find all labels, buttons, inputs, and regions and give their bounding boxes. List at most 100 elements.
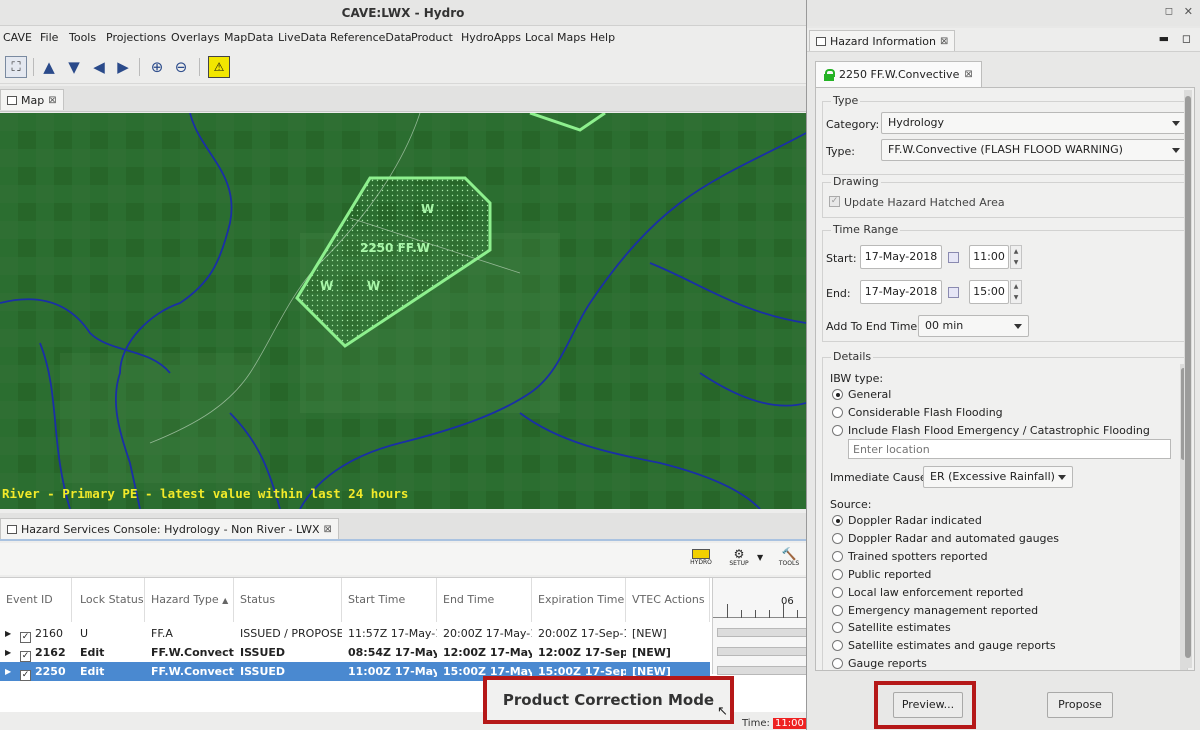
chevron-down-icon: [1172, 121, 1180, 126]
col-expiration-time[interactable]: Expiration Time: [532, 578, 626, 622]
start-time-field[interactable]: 11:00: [969, 245, 1009, 269]
timeline-bar[interactable]: [717, 666, 807, 675]
ibw-radio-considerable[interactable]: [832, 407, 843, 418]
ibw-type-label: IBW type:: [830, 372, 884, 385]
map-view[interactable]: 2250 FF.W W W W River - Primary PE - lat…: [0, 113, 806, 509]
menu-cave[interactable]: CAVE: [3, 31, 32, 44]
col-status[interactable]: Status: [234, 578, 342, 622]
chevron-right-icon[interactable]: ▶: [5, 624, 11, 643]
ibw-option-label: General: [848, 388, 892, 401]
close-icon[interactable]: ✕: [1184, 5, 1193, 18]
source-radio[interactable]: [832, 605, 843, 616]
tab-hazard-console[interactable]: Hazard Services Console: Hydrology - Non…: [0, 518, 339, 539]
menu-mapdata[interactable]: MapData: [224, 31, 273, 44]
row-checkbox[interactable]: ✓: [20, 632, 31, 643]
arrow-right-icon[interactable]: ▶: [112, 56, 134, 78]
menu-referencedata[interactable]: ReferenceData: [330, 31, 412, 44]
menu-tools[interactable]: Tools: [69, 31, 96, 44]
ibw-radio-emergency[interactable]: [832, 425, 843, 436]
tab-event-2250[interactable]: 2250 FF.W.Convective ⊠: [815, 61, 982, 87]
row-event-id: 2250: [35, 665, 66, 678]
menu-help[interactable]: Help: [590, 31, 615, 44]
source-radio[interactable]: [832, 533, 843, 544]
timeline-bar[interactable]: [717, 647, 807, 656]
source-radio[interactable]: [832, 515, 843, 526]
sort-ascending-icon: ▲: [222, 596, 229, 605]
location-input[interactable]: [848, 439, 1171, 459]
map-tab-icon: [7, 95, 17, 105]
source-radio[interactable]: [832, 658, 843, 669]
add-to-end-select[interactable]: 00 min: [918, 315, 1029, 337]
zoom-in-icon[interactable]: ⊕: [146, 56, 168, 78]
category-select[interactable]: Hydrology: [881, 112, 1187, 134]
col-event-id[interactable]: Event ID: [0, 578, 72, 622]
calendar-icon[interactable]: [948, 287, 959, 298]
dialog-scrollbar[interactable]: [1184, 90, 1192, 668]
status-time: Time: 11:00: [742, 718, 806, 729]
end-time-field[interactable]: 15:00: [969, 280, 1009, 304]
hydro-icon[interactable]: HYDRO: [690, 549, 712, 569]
col-vtec-actions[interactable]: VTEC Actions: [626, 578, 710, 622]
start-date-field[interactable]: 17-May-2018: [860, 245, 942, 269]
col-start-time[interactable]: Start Time: [342, 578, 437, 622]
menu-local-maps[interactable]: Local Maps: [525, 31, 586, 44]
close-icon[interactable]: ⊠: [964, 69, 972, 80]
start-time-stepper[interactable]: ▲ ▼: [1010, 245, 1022, 269]
console-tab-icon: [7, 524, 17, 534]
menu-product[interactable]: Product: [411, 31, 453, 44]
update-hatched-checkbox[interactable]: ✓: [829, 196, 840, 207]
arrow-down-icon[interactable]: ▼: [63, 56, 85, 78]
col-end-time[interactable]: End Time: [437, 578, 532, 622]
zoom-out-icon[interactable]: ⊖: [170, 56, 192, 78]
menu-projections[interactable]: Projections: [106, 31, 166, 44]
source-radio[interactable]: [832, 640, 843, 651]
chevron-down-icon[interactable]: ▼: [757, 553, 763, 562]
tab-hazard-information[interactable]: Hazard Information ⊠: [809, 30, 956, 51]
close-icon[interactable]: ⊠: [48, 95, 56, 106]
tab-map[interactable]: Map ⊠: [0, 89, 64, 110]
end-time-stepper[interactable]: ▲ ▼: [1010, 280, 1022, 304]
dialog-scrollbar-thumb[interactable]: [1185, 96, 1191, 658]
row-vtec-actions: [NEW]: [632, 627, 667, 640]
arrow-left-icon[interactable]: ◀: [88, 56, 110, 78]
details-group-title: Details: [831, 350, 874, 363]
close-icon[interactable]: ⊠: [940, 36, 948, 47]
table-row[interactable]: ▶ ✓ 2162 Edit FF.W.Convective ISSUED 08:5…: [0, 643, 710, 662]
end-date-field[interactable]: 17-May-2018: [860, 280, 942, 304]
arrow-up-icon[interactable]: ▲: [38, 56, 60, 78]
source-radio[interactable]: [832, 551, 843, 562]
source-radio[interactable]: [832, 622, 843, 633]
table-row[interactable]: ▶ ✓ 2160 U FF.A ISSUED / PROPOSED 11:57Z …: [0, 624, 710, 643]
menu-file[interactable]: File: [40, 31, 58, 44]
main-toolbar: ⛶ ▲ ▼ ◀ ▶ ⊕ ⊖ ⚠: [0, 50, 806, 84]
minimize-icon[interactable]: ▬: [1159, 32, 1169, 45]
immediate-cause-select[interactable]: ER (Excessive Rainfall): [923, 466, 1073, 488]
chevron-right-icon[interactable]: ▶: [5, 662, 11, 681]
row-checkbox[interactable]: ✓: [20, 651, 31, 662]
menu-hydroapps[interactable]: HydroApps: [461, 31, 521, 44]
propose-button[interactable]: Propose: [1047, 692, 1113, 718]
source-radio[interactable]: [832, 587, 843, 598]
close-icon[interactable]: ⊠: [324, 524, 332, 535]
timeline-bar[interactable]: [717, 628, 807, 637]
restore-icon[interactable]: ◻: [1165, 6, 1173, 17]
hazard-services-icon[interactable]: ⚠: [208, 56, 230, 78]
calendar-icon[interactable]: [948, 252, 959, 263]
row-event-id: 2162: [35, 646, 66, 659]
menu-livedata[interactable]: LiveData: [278, 31, 327, 44]
status-time-value: 11:00: [773, 718, 806, 729]
tools-icon[interactable]: 🔨 TOOLS: [778, 548, 800, 569]
maximize-icon[interactable]: ◻: [1182, 32, 1191, 45]
setup-icon[interactable]: ⚙ SETUP: [728, 548, 750, 569]
col-hazard-type[interactable]: Hazard Type ▲: [145, 578, 234, 622]
zoom-extent-icon[interactable]: ⛶: [5, 56, 27, 78]
col-lock-status[interactable]: Lock Status: [74, 578, 145, 622]
source-radio[interactable]: [832, 569, 843, 580]
row-checkbox[interactable]: ✓: [20, 670, 31, 681]
menu-overlays[interactable]: Overlays: [171, 31, 220, 44]
timeline-panel[interactable]: 06: [712, 578, 807, 675]
source-label: Source:: [830, 498, 872, 511]
chevron-right-icon[interactable]: ▶: [5, 643, 11, 662]
type-select[interactable]: FF.W.Convective (FLASH FLOOD WARNING): [881, 139, 1187, 161]
ibw-radio-general[interactable]: [832, 389, 843, 400]
